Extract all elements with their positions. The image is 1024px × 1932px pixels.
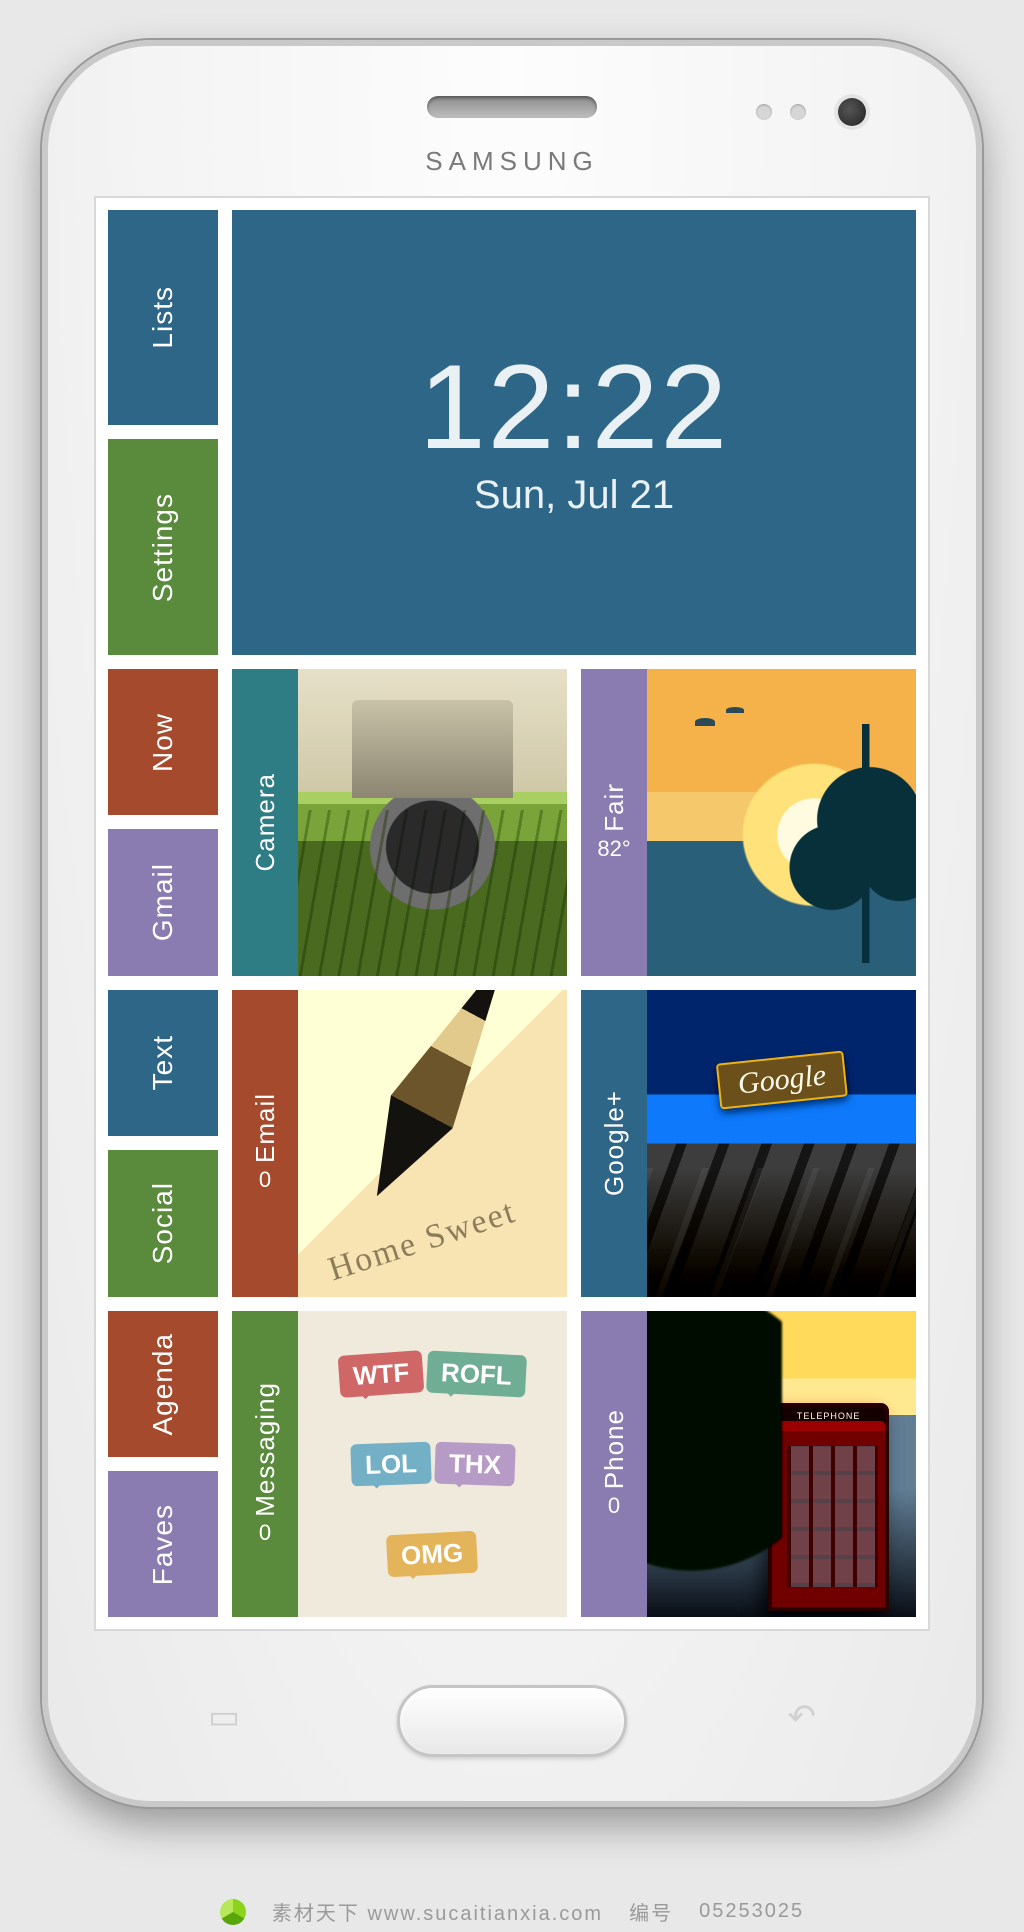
watermark-bar: 素材天下 www.sucaitianxia.com 编号 05253025 (0, 1897, 1024, 1926)
weather-label: Fair (599, 783, 630, 832)
camera-image (298, 669, 567, 976)
sidebar-item-social[interactable]: Social (108, 1150, 218, 1296)
weather-tile[interactable]: Fair 82° (581, 669, 916, 976)
bubble-thx: THX (434, 1442, 515, 1487)
email-image (298, 990, 567, 1297)
sidebar-item-lists[interactable]: Lists (108, 210, 218, 425)
phone-frame: SAMSUNG Lists Settings 12:22 Sun, Jul 21… (42, 40, 982, 1807)
row-3: Text Social Email 0 Google+ (108, 990, 916, 1297)
phone-count: 0 (608, 1493, 620, 1519)
email-tile[interactable]: Email 0 (232, 990, 567, 1297)
sidebar-item-text[interactable]: Text (108, 990, 218, 1136)
googleplus-image (647, 990, 916, 1297)
phone-image (647, 1311, 916, 1618)
clock-date: Sun, Jul 21 (474, 473, 674, 518)
messaging-tile[interactable]: Messaging 0 WTF ROFL LOL THX OMG (232, 1311, 567, 1618)
watermark-logo-icon (220, 1899, 246, 1925)
sidebar-item-agenda[interactable]: Agenda (108, 1311, 218, 1457)
side-col-4: Agenda Faves (108, 1311, 218, 1618)
weather-image (647, 669, 916, 976)
proximity-sensors (756, 104, 806, 120)
sidebar-item-faves[interactable]: Faves (108, 1471, 218, 1617)
menu-softkey-icon[interactable]: ▭ (208, 1697, 240, 1737)
home-grid: Lists Settings 12:22 Sun, Jul 21 Now Gma… (108, 210, 916, 1617)
row-3-content: Email 0 Google+ (232, 990, 916, 1297)
screen: Lists Settings 12:22 Sun, Jul 21 Now Gma… (94, 196, 930, 1631)
tree-silhouette-icon (647, 1311, 782, 1618)
camera-bar: Camera (232, 669, 298, 976)
watermark-site: 素材天下 www.sucaitianxia.com (272, 1897, 603, 1926)
watermark-code-label: 编号 (629, 1897, 673, 1926)
messaging-image: WTF ROFL LOL THX OMG (298, 1311, 567, 1618)
email-bar: Email 0 (232, 990, 298, 1297)
weather-temp: 82° (597, 836, 630, 862)
messaging-count: 0 (259, 1520, 271, 1546)
row-2: Now Gmail Camera Fair 82° (108, 669, 916, 976)
side-col-2: Now Gmail (108, 669, 218, 976)
camera-tile[interactable]: Camera (232, 669, 567, 976)
clock-tile[interactable]: 12:22 Sun, Jul 21 (232, 210, 916, 655)
side-col-3: Text Social (108, 990, 218, 1297)
weather-bar: Fair 82° (581, 669, 647, 976)
bubble-lol: LOL (350, 1442, 431, 1487)
row-4-content: Messaging 0 WTF ROFL LOL THX OMG (232, 1311, 916, 1618)
bubble-rofl: ROFL (426, 1350, 527, 1397)
row-clock: Lists Settings 12:22 Sun, Jul 21 (108, 210, 916, 655)
watermark-code: 05253025 (699, 1900, 804, 1923)
front-camera-icon (838, 98, 866, 126)
sidebar-item-gmail[interactable]: Gmail (108, 829, 218, 975)
device-brand: SAMSUNG (48, 146, 976, 177)
bubble-wtf: WTF (338, 1350, 425, 1398)
side-col-1: Lists Settings (108, 210, 218, 655)
clock-time: 12:22 (419, 347, 729, 467)
phone-bar: Phone 0 (581, 1311, 647, 1618)
bubble-omg: OMG (386, 1531, 478, 1578)
sidebar-item-settings[interactable]: Settings (108, 439, 218, 654)
email-label: Email (250, 1093, 281, 1163)
row-2-content: Camera Fair 82° (232, 669, 916, 976)
home-button[interactable] (397, 1685, 627, 1757)
googleplus-label: Google+ (599, 1090, 630, 1196)
messaging-label: Messaging (250, 1382, 281, 1517)
phone-tile[interactable]: Phone 0 (581, 1311, 916, 1618)
googleplus-bar: Google+ (581, 990, 647, 1297)
sidebar-item-now[interactable]: Now (108, 669, 218, 815)
row-4: Agenda Faves Messaging 0 WTF ROFL LOL (108, 1311, 916, 1618)
back-softkey-icon[interactable]: ↶ (788, 1697, 817, 1737)
googleplus-tile[interactable]: Google+ (581, 990, 916, 1297)
email-count: 0 (259, 1167, 271, 1193)
phone-label: Phone (599, 1409, 630, 1489)
messaging-bar: Messaging 0 (232, 1311, 298, 1618)
camera-label: Camera (250, 773, 281, 871)
speaker-grille (427, 96, 597, 118)
